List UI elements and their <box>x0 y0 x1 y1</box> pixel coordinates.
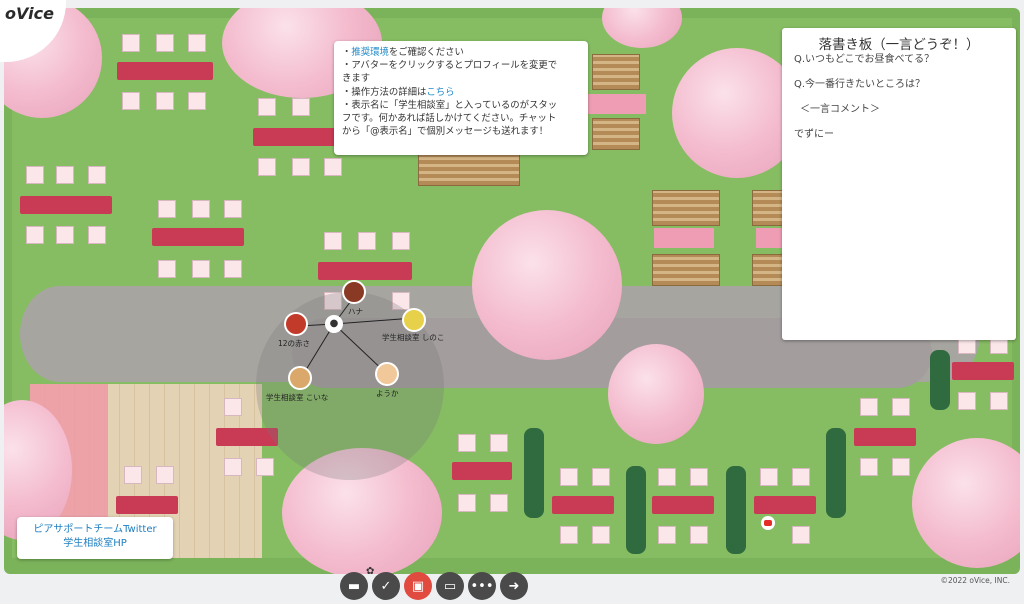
avatar[interactable] <box>375 362 399 386</box>
help-link[interactable]: こちら <box>426 87 454 98</box>
external-links-panel: ピアサポートチームTwitter 学生相談室HP <box>17 517 173 559</box>
exit-icon[interactable]: ➜ <box>500 572 528 600</box>
settings-gear-icon[interactable]: ✿ <box>366 566 374 577</box>
avatar[interactable] <box>342 280 366 304</box>
avatar-name: ようか <box>376 389 399 398</box>
twitter-link[interactable]: ピアサポートチームTwitter <box>17 523 173 537</box>
camera-off-icon[interactable]: ▣ <box>404 572 432 600</box>
coffee-icon[interactable]: ▭ <box>436 572 464 600</box>
graffiti-board[interactable]: 落書き板（一言どうぞ！） Q.いつもどこでお昼食べてる？ Q.今一番行きたいとこ… <box>782 28 1016 340</box>
avatar[interactable] <box>288 366 312 390</box>
avatar-name: 学生相談室 こいな <box>266 393 329 402</box>
counseling-hp-link[interactable]: 学生相談室HP <box>17 537 173 551</box>
avatar-name: 12の赤さ <box>278 339 311 348</box>
board-line: Q.いつもどこでお昼食べてる？ <box>794 54 935 65</box>
info-panel: ・推奨環境をご確認ください ・アバターをクリックするとプロフィールを変更で きま… <box>334 41 588 155</box>
recommended-env-link[interactable]: 推奨環境 <box>351 47 389 58</box>
board-line: Q.今一番行きたいところは？ <box>794 79 926 90</box>
board-title: 落書き板（一言どうぞ！） <box>818 38 980 53</box>
avatar[interactable] <box>402 308 426 332</box>
youtube-icon[interactable] <box>761 516 775 530</box>
board-line: ＜一言コメント＞ <box>800 104 880 115</box>
avatar-name: 学生相談室 しのこ <box>382 333 445 342</box>
mic-icon[interactable]: ✓ <box>372 572 400 600</box>
group-hub-icon[interactable]: ● <box>325 315 343 333</box>
avatar[interactable] <box>284 312 308 336</box>
board-line: でずにー <box>794 129 834 140</box>
more-icon[interactable]: ••• <box>468 572 496 600</box>
copyright: ©2022 oVice, INC. <box>940 576 1010 585</box>
avatar-name: ハナ <box>348 307 363 316</box>
chat-icon[interactable]: ▬ <box>340 572 368 600</box>
ovice-space: ● 12の赤さ ハナ 学生相談室 しのこ 学生相談室 こいな ようか ・推奨環境… <box>4 8 1020 574</box>
